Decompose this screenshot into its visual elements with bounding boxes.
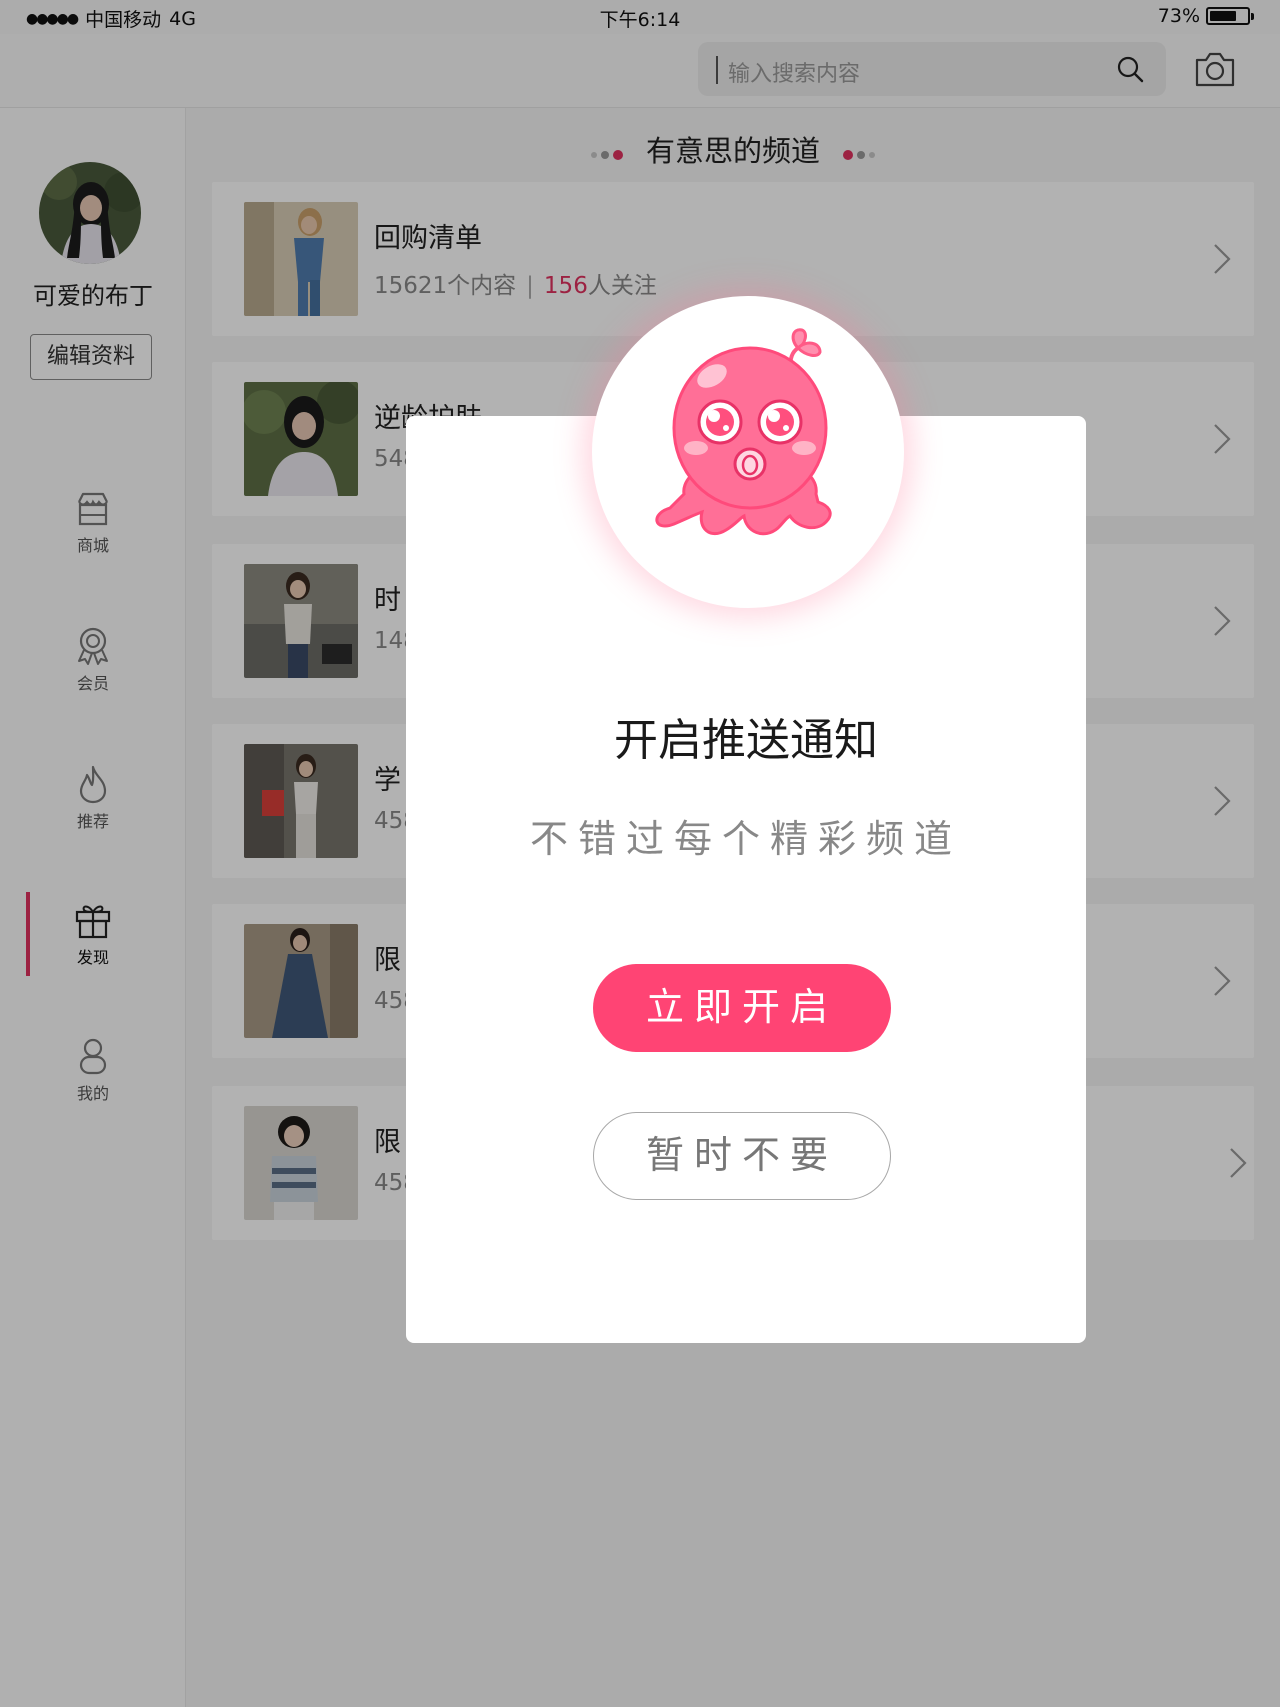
enable-now-button[interactable]: 立即开启 xyxy=(593,964,891,1052)
not-now-button[interactable]: 暂时不要 xyxy=(593,1112,891,1200)
dialog-subtitle: 不错过每个精彩频道 xyxy=(529,817,962,861)
dialog-title: 开启推送通知 xyxy=(614,715,878,766)
octopus-mascot-icon xyxy=(655,328,832,536)
